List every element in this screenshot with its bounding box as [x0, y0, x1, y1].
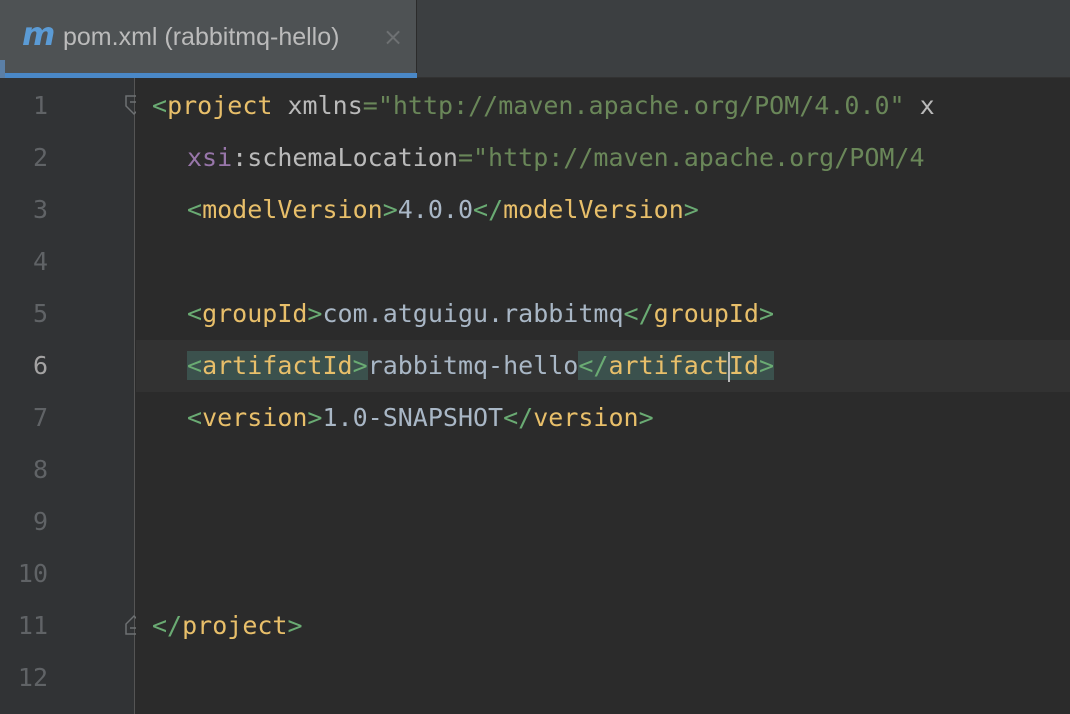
line-number: 8	[32, 455, 48, 484]
code-line-3[interactable]: <modelVersion>4.0.0</modelVersion>	[187, 184, 1070, 236]
tag-bracket: <	[152, 91, 168, 120]
editor-tab-bar: m pom.xml (rabbitmq-hello) ×	[0, 0, 1070, 78]
tag-name: project	[182, 611, 288, 640]
tag-bracket: >	[683, 195, 699, 224]
tag-bracket: >	[307, 299, 323, 328]
attribute-value: "http://maven.apache.org/POM/4	[473, 143, 925, 172]
tab-pom-xml[interactable]: m pom.xml (rabbitmq-hello) ×	[0, 0, 417, 78]
line-number: 7	[32, 403, 48, 432]
code-line-11[interactable]: </project>	[152, 600, 1070, 652]
tag-bracket: >	[759, 351, 775, 380]
line-number-gutter[interactable]: 1 2 3 4 5 6 7 8 9 10 11 12	[0, 78, 135, 714]
tag-bracket: <	[187, 195, 203, 224]
tag-bracket: <	[187, 403, 203, 432]
tag-bracket: </	[152, 611, 183, 640]
attribute-value: "http://maven.apache.org/POM/4.0.0"	[377, 91, 905, 120]
tag-name: groupId	[653, 299, 759, 328]
tag-name-part: Id	[728, 351, 759, 380]
tag-name: modelVersion	[202, 195, 383, 224]
code-editor[interactable]: <project xmlns="http://maven.apache.org/…	[136, 78, 1070, 714]
tag-name: modelVersion	[503, 195, 684, 224]
maven-m-icon: m	[22, 15, 56, 53]
code-line-9[interactable]	[187, 496, 1070, 548]
tag-text: com.atguigu.rabbitmq	[322, 299, 624, 328]
code-line-2[interactable]: xsi:schemaLocation="http://maven.apache.…	[187, 132, 1070, 184]
tag-bracket: >	[638, 403, 654, 432]
tag-text: rabbitmq-hello	[367, 351, 579, 380]
namespace-prefix: xsi	[187, 143, 233, 172]
line-number: 9	[32, 507, 48, 536]
code-line-5[interactable]: <groupId>com.atguigu.rabbitmq</groupId>	[187, 288, 1070, 340]
tag-bracket: <	[187, 351, 203, 380]
tag-name-part: artifact	[608, 351, 729, 380]
line-number: 11	[17, 611, 48, 640]
line-number-current: 6	[32, 351, 48, 380]
tag-bracket: </	[578, 351, 609, 380]
line-number: 4	[32, 247, 48, 276]
code-line-6-current[interactable]: <artifactId>rabbitmq-hello</artifactId>	[136, 340, 1070, 392]
tag-bracket: >	[287, 611, 303, 640]
tag-bracket: >	[352, 351, 368, 380]
tag-name: project	[167, 91, 273, 120]
code-line-12[interactable]	[187, 652, 1070, 704]
matched-close-tag: </artifactId>	[578, 351, 775, 382]
tag-bracket: >	[758, 299, 775, 328]
tag-text: 1.0-SNAPSHOT	[322, 403, 504, 432]
line-number: 5	[32, 299, 48, 328]
tag-bracket: </	[503, 403, 534, 432]
tag-bracket: <	[187, 299, 203, 328]
tag-bracket: >	[382, 195, 398, 224]
line-number: 12	[17, 663, 48, 692]
tag-bracket: </	[473, 195, 504, 224]
equals-sign: =	[362, 91, 378, 120]
namespace-colon: :	[232, 143, 248, 172]
code-line-7[interactable]: <version>1.0-SNAPSHOT</version>	[187, 392, 1070, 444]
equals-sign: =	[457, 143, 473, 172]
code-line-10[interactable]	[187, 548, 1070, 600]
tag-bracket: </	[623, 299, 654, 328]
code-line-1[interactable]: <project xmlns="http://maven.apache.org/…	[152, 80, 1070, 132]
line-number: 2	[32, 143, 48, 172]
attribute-name: xmlns	[287, 91, 363, 120]
attribute-name: schemaLocation	[247, 143, 458, 172]
tag-name: groupId	[202, 299, 308, 328]
tag-name: version	[533, 403, 639, 432]
line-number: 1	[32, 91, 48, 120]
tab-title: pom.xml (rabbitmq-hello)	[63, 23, 340, 51]
tag-bracket: >	[307, 403, 323, 432]
attribute-name-truncated: x	[904, 91, 935, 120]
tag-name: artifactId	[202, 351, 353, 380]
line-number: 10	[17, 559, 48, 588]
tag-name: version	[202, 403, 308, 432]
tag-text: 4.0.0	[397, 195, 474, 224]
code-line-8[interactable]	[187, 444, 1070, 496]
code-line-4[interactable]	[187, 236, 1070, 288]
matched-open-tag: <artifactId>	[187, 351, 368, 380]
close-icon[interactable]: ×	[383, 22, 403, 52]
line-number: 3	[32, 195, 48, 224]
